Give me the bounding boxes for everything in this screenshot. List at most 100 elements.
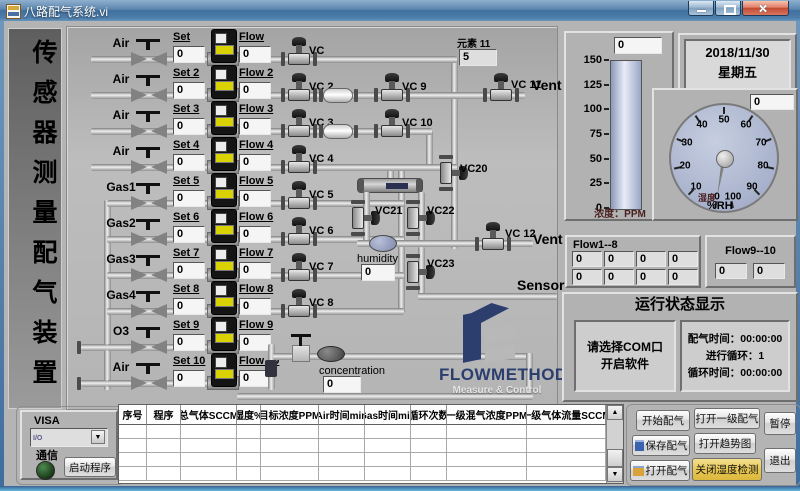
title-bar[interactable]: 八路配气系统.vi [0,0,800,22]
table-cell[interactable] [147,425,181,439]
set-input[interactable]: 0 [173,298,205,315]
table-cell[interactable] [365,425,411,439]
valve-body-icon [288,53,310,65]
valve-handle-icon [136,327,160,338]
table-cell[interactable] [447,467,527,481]
table-cell[interactable] [237,453,261,467]
scroll-thumb[interactable] [607,449,623,467]
flow-indicator: 0 [239,262,271,279]
set-input[interactable]: 0 [173,46,205,63]
table-cell[interactable] [319,467,365,481]
mfc-icon [211,209,237,243]
table-cell[interactable] [319,425,365,439]
table-header: 一级混气浓度PPM [447,405,527,425]
vent-label: Vent [532,79,562,91]
table-cell[interactable] [411,453,447,467]
set-input[interactable]: 0 [173,262,205,279]
table-cell[interactable] [411,439,447,453]
table-cell[interactable] [119,439,147,453]
vc-label: VC 4 [309,153,333,165]
combo-dropdown-arrow-icon[interactable]: ▼ [91,430,105,444]
table-cell[interactable] [147,439,181,453]
set-label: Set 2 [173,67,199,79]
flow-label: Flow 5 [239,175,273,187]
close-humidity-button[interactable]: 关闭湿度检测 [692,458,762,481]
table-cell[interactable] [411,467,447,481]
table-cell[interactable] [527,453,606,467]
table-cell[interactable] [319,453,365,467]
close-button[interactable] [742,1,789,16]
flow-label: Flow 4 [239,139,273,151]
open-primary-mixing-button[interactable]: 打开一级配气 [694,408,760,429]
program-table[interactable]: 序号 程序 总气体SCCM 湿度% 目标浓度PPM Air时间min Gas时间… [118,404,624,484]
manual-valve-icon [131,158,167,176]
table-cell[interactable] [447,425,527,439]
set-label: Set 9 [173,319,199,331]
table-cell[interactable] [261,453,319,467]
table-cell[interactable] [527,467,606,481]
scroll-down-icon[interactable]: ▼ [607,467,623,482]
table-cell[interactable] [237,425,261,439]
minimize-button[interactable] [688,1,714,16]
valve-body-icon [288,125,310,137]
set-input[interactable]: 0 [173,334,205,351]
table-cell[interactable] [411,425,447,439]
maximize-icon [724,5,736,15]
table-cell[interactable] [119,467,147,481]
set-input[interactable]: 0 [173,190,205,207]
table-cell[interactable] [261,439,319,453]
table-cell[interactable] [319,439,365,453]
pause-button[interactable]: 暂停 [764,412,796,435]
table-cell[interactable] [447,439,527,453]
status-title: 运行状态显示 [564,299,796,311]
sensor-label: Sensor [517,279,564,291]
table-cell[interactable] [181,439,237,453]
table-cell[interactable] [181,467,237,481]
set-input[interactable]: 0 [173,82,205,99]
table-cell[interactable] [147,453,181,467]
maximize-button[interactable] [715,1,741,16]
table-cell[interactable] [181,453,237,467]
flow-indicator: 0 [239,298,271,315]
table-cell[interactable] [261,467,319,481]
visa-combo[interactable]: I/O ▼ [30,428,108,447]
valve-body-icon [381,89,403,101]
flow-indicator: 0 [239,226,271,243]
valve-body-icon [151,232,167,246]
table-cell[interactable] [181,425,237,439]
table-cell[interactable] [237,439,261,453]
table-cell[interactable] [365,453,411,467]
set-input[interactable]: 0 [173,154,205,171]
element11-input[interactable]: 5 [459,49,497,66]
status-field-label: 进行循环： [706,350,759,362]
set-input[interactable]: 0 [173,226,205,243]
gauge-dial: 0 10 20 30 40 50 60 70 80 90 100 湿度 %RH [669,103,779,213]
tank-tick: 50 [574,153,602,165]
table-cell[interactable] [447,453,527,467]
table-cell[interactable] [147,467,181,481]
mfc-label [215,153,234,163]
table-cell[interactable] [237,467,261,481]
scroll-up-icon[interactable]: ▲ [607,405,623,420]
set-input[interactable]: 0 [173,118,205,135]
save-mixing-button[interactable]: 保存配气 [632,435,690,456]
table-cell[interactable] [119,425,147,439]
start-program-button[interactable]: 启动程序 [64,457,116,477]
open-trend-button[interactable]: 打开趋势图 [694,433,756,454]
exit-button[interactable]: 退出 [764,448,796,473]
minimize-icon [697,10,706,12]
table-cell[interactable] [365,467,411,481]
valve-body-icon [482,238,504,250]
set-label: Set 4 [173,139,199,151]
set-input[interactable]: 0 [173,370,205,387]
table-cell[interactable] [119,453,147,467]
valve-handle-icon [136,147,160,158]
table-scrollbar[interactable]: ▲ ▼ [606,405,623,483]
start-mixing-button[interactable]: 开始配气 [636,410,690,431]
table-cell[interactable] [261,425,319,439]
table-cell[interactable] [365,439,411,453]
tank-tick: 150 [574,54,602,66]
open-mixing-button[interactable]: 打开配气 [630,460,690,481]
table-cell[interactable] [527,439,606,453]
table-cell[interactable] [527,425,606,439]
